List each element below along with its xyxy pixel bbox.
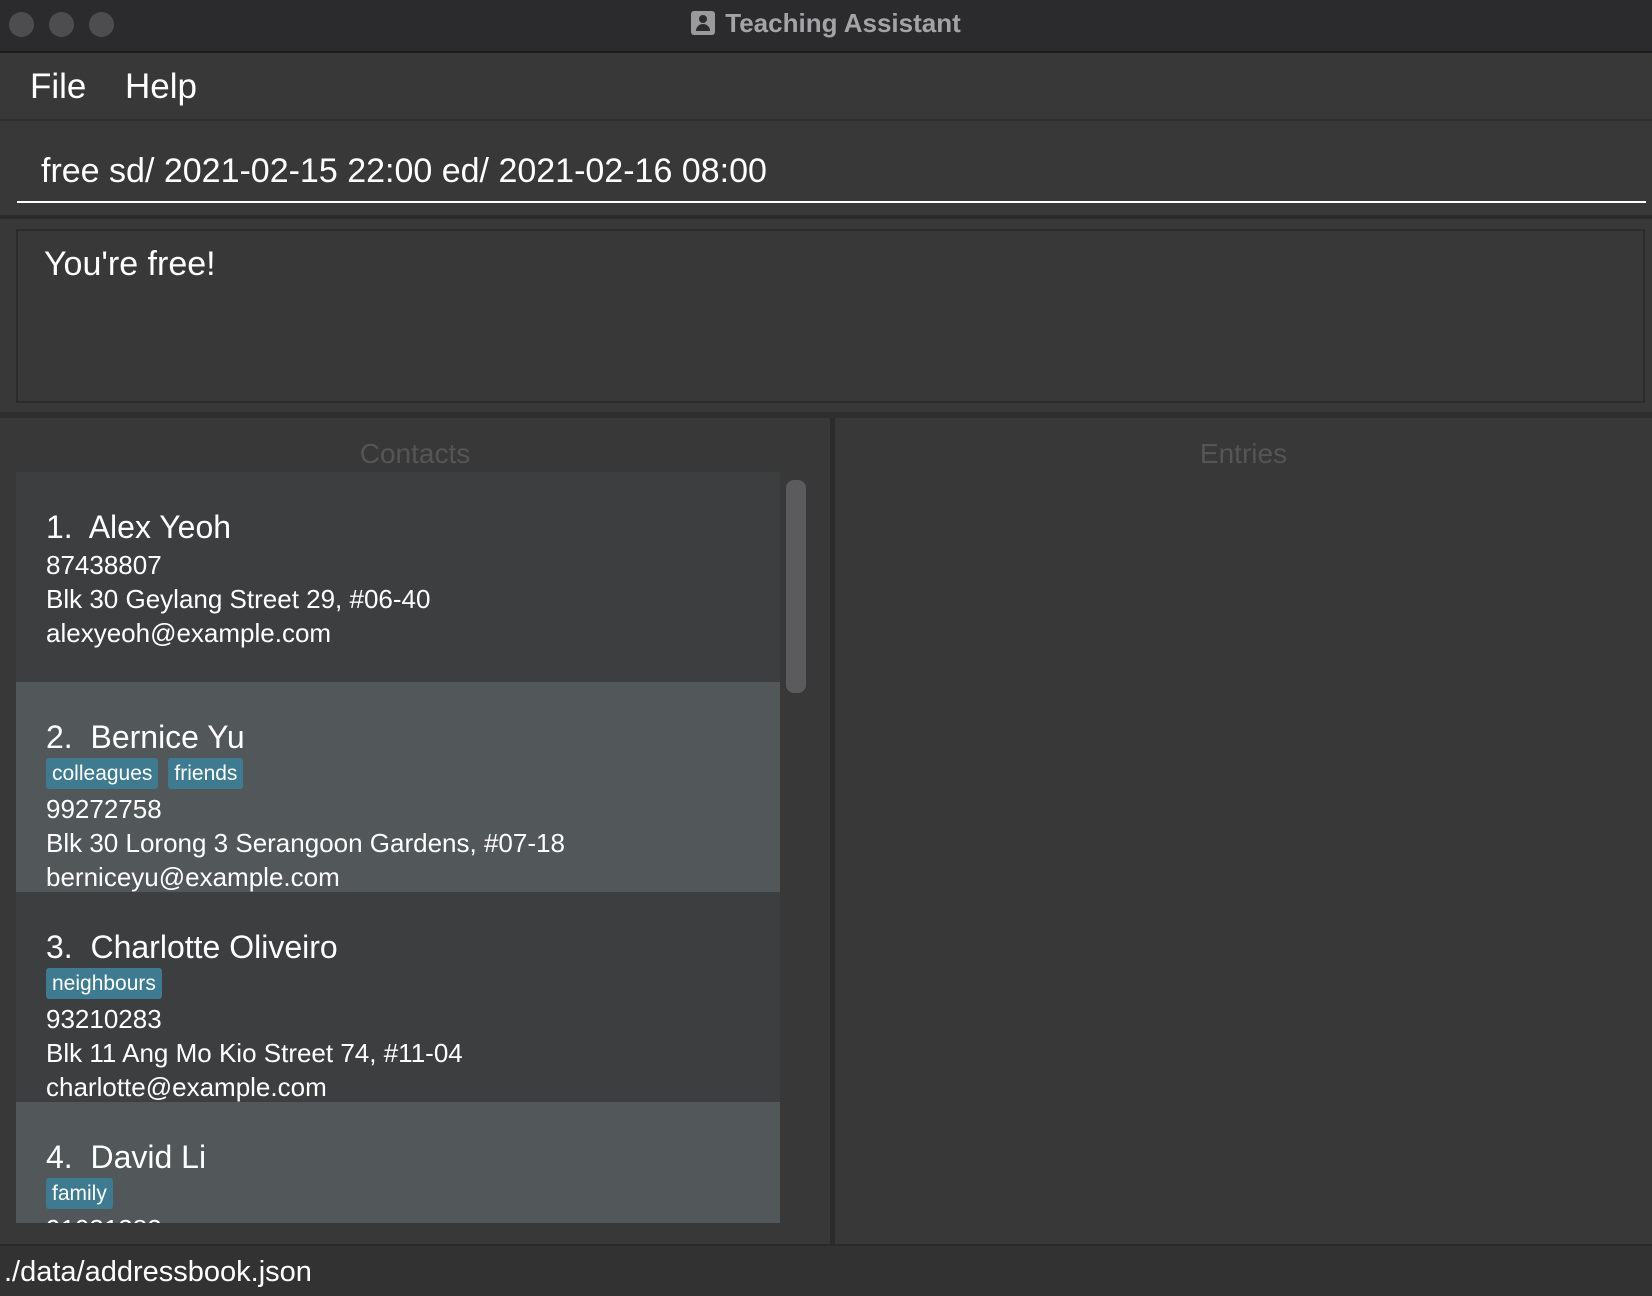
window-title-text: Teaching Assistant xyxy=(725,8,961,38)
status-bar: ./data/addressbook.json xyxy=(0,1244,1652,1296)
menu-bar: File Help xyxy=(0,53,1652,121)
contact-address: Blk 30 Lorong 3 Serangoon Gardens, #07-1… xyxy=(46,828,565,858)
contact-tags: neighbours xyxy=(46,968,780,1002)
window-title-bar: Teaching Assistant xyxy=(0,0,1652,53)
contact-address: Blk 30 Geylang Street 29, #06-40 xyxy=(46,584,431,614)
contact-card[interactable]: 1. Alex Yeoh 87438807 Blk 30 Geylang Str… xyxy=(16,472,780,682)
tag: friends xyxy=(168,758,244,789)
contact-list[interactable]: 1. Alex Yeoh 87438807 Blk 30 Geylang Str… xyxy=(16,472,780,1223)
divider xyxy=(0,215,1652,219)
contact-tags: colleagues friends xyxy=(46,758,780,792)
contact-phone: 87438807 xyxy=(46,550,162,580)
contact-name: 1. Alex Yeoh xyxy=(46,509,232,545)
command-input[interactable] xyxy=(17,141,1646,203)
command-box xyxy=(0,121,1652,218)
contact-email: charlotte@example.com xyxy=(46,1072,327,1102)
contact-email: berniceyu@example.com xyxy=(46,862,340,892)
contact-card-icon xyxy=(691,11,716,35)
contact-name: 4. David Li xyxy=(46,1139,207,1175)
window-title: Teaching Assistant xyxy=(0,8,1652,39)
contact-email: alexyeoh@example.com xyxy=(46,618,332,648)
contact-phone: 91031282 xyxy=(46,1212,780,1223)
contact-phone: 99272758 xyxy=(46,794,162,824)
contact-address: Blk 11 Ang Mo Kio Street 74, #11-04 xyxy=(46,1038,463,1068)
tag: family xyxy=(46,1178,113,1209)
contact-name: 2. Bernice Yu xyxy=(46,719,245,755)
save-file-path: ./data/addressbook.json xyxy=(4,1256,312,1288)
contact-tags: family xyxy=(46,1178,780,1212)
contact-card[interactable]: 3. Charlotte Oliveiro neighbours 9321028… xyxy=(16,892,780,1102)
contact-list-scrollbar[interactable] xyxy=(786,480,806,693)
divider xyxy=(0,412,1652,418)
contact-card[interactable]: 2. Bernice Yu colleagues friends 99272758… xyxy=(16,682,780,892)
result-message: You're free! xyxy=(44,245,216,283)
menu-file[interactable]: File xyxy=(30,67,86,107)
contacts-panel-title: Contacts xyxy=(359,438,471,469)
contact-card[interactable]: 4. David Li family 91031282 xyxy=(16,1102,780,1223)
entries-panel-title: Entries xyxy=(1199,438,1288,469)
menu-help[interactable]: Help xyxy=(125,67,197,107)
tag: neighbours xyxy=(46,968,162,999)
tag: colleagues xyxy=(46,758,159,789)
contact-phone: 93210283 xyxy=(46,1004,162,1034)
panel-divider[interactable] xyxy=(830,418,835,1244)
result-display[interactable]: You're free! xyxy=(16,229,1645,403)
contact-name: 3. Charlotte Oliveiro xyxy=(46,929,338,965)
